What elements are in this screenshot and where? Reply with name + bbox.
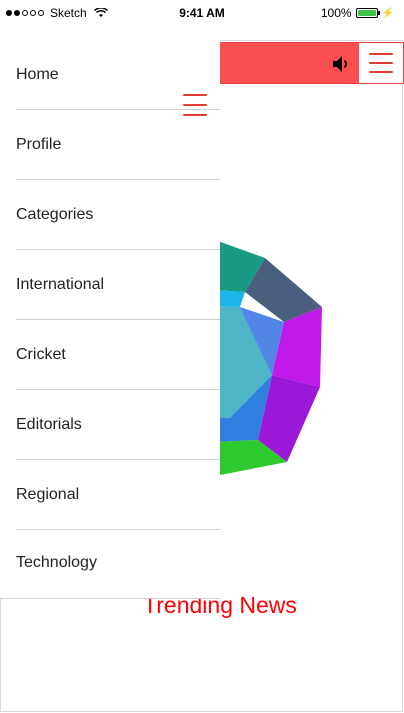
drawer-item-regional[interactable]: Regional: [16, 460, 220, 530]
drawer-item-label: Categories: [16, 205, 94, 223]
navigation-drawer: Home Profile Categories International Cr…: [0, 40, 220, 599]
drawer-item-label: Cricket: [16, 345, 66, 363]
speaker-icon[interactable]: [329, 53, 351, 75]
status-bar: Sketch 9:41 AM 100% ⚡: [0, 0, 404, 24]
drawer-item-categories[interactable]: Categories: [16, 180, 220, 250]
drawer-item-label: Technology: [16, 554, 97, 571]
drawer-item-label: International: [16, 275, 105, 293]
drawer-item-label: Profile: [16, 135, 62, 153]
drawer-item-cricket[interactable]: Cricket: [16, 320, 220, 390]
charging-icon: ⚡: [381, 7, 394, 19]
hamburger-icon: [183, 94, 207, 116]
header-menu-button[interactable]: [359, 43, 403, 83]
drawer-item-international[interactable]: International: [16, 250, 220, 320]
battery-icon: [355, 8, 380, 18]
hamburger-icon: [369, 53, 393, 73]
drawer-item-profile[interactable]: Profile: [16, 110, 220, 180]
status-right: 100% ⚡: [321, 6, 394, 20]
drawer-toggle-button[interactable]: [183, 94, 207, 116]
drawer-item-label: Regional: [16, 485, 80, 503]
battery-percent: 100%: [320, 6, 352, 20]
drawer-item-label: Editorials: [16, 415, 82, 433]
drawer-item-label: Home: [16, 65, 59, 83]
drawer-item-editorials[interactable]: Editorials: [16, 390, 220, 460]
drawer-item-technology[interactable]: Technology: [16, 528, 220, 598]
